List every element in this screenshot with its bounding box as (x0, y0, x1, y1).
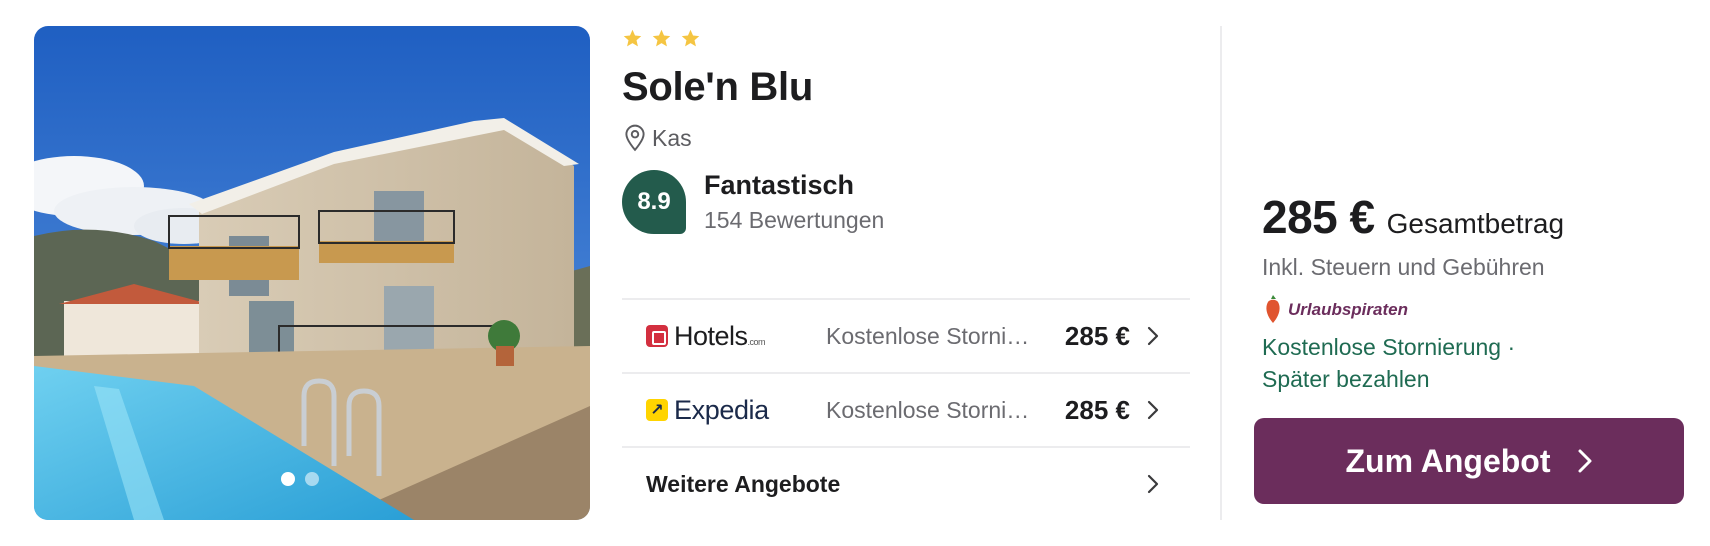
provider-logo: Hotels.com (646, 321, 826, 352)
price-note: Inkl. Steuern und Gebühren (1262, 254, 1545, 280)
view-offer-button[interactable]: Zum Angebot (1254, 418, 1684, 504)
urlaubspiraten-logo-icon (1266, 295, 1280, 323)
view-offer-label: Zum Angebot (1345, 442, 1551, 479)
chevron-right-icon (1578, 449, 1591, 473)
gallery-pagination (34, 472, 590, 486)
more-offers-label: Weitere Angebote (646, 470, 841, 497)
perk-pay-later: Später bezahlen (1262, 366, 1430, 392)
location-pin-icon (625, 124, 645, 152)
chevron-right-icon (1147, 474, 1159, 494)
hotel-photo[interactable] (34, 26, 590, 520)
expedia-logo-icon: ↗ (646, 399, 668, 421)
column-divider (1220, 26, 1222, 520)
hotel-photo-image (34, 26, 590, 520)
partner-name: Urlaubspiraten (1288, 300, 1408, 319)
gallery-dot[interactable] (281, 472, 295, 486)
more-offers-row[interactable]: Weitere Angebote (622, 446, 1190, 520)
offers-list: Hotels.com Kostenlose Stornierung 285 € … (622, 298, 1190, 520)
offer-description: Kostenlose Stornierung (826, 396, 1036, 423)
rating[interactable]: 8.9 Fantastisch 154 Bewertungen (622, 170, 1190, 234)
provider-suffix: .com (747, 336, 766, 347)
total-price-label: Gesamtbetrag (1386, 208, 1565, 239)
star-icon (623, 29, 642, 46)
gallery-dot[interactable] (305, 472, 319, 486)
hotel-info: Sole'n Blu Kas 8.9 Fantastisch 154 Bewer… (622, 26, 1190, 234)
offer-price: 285 € (1064, 320, 1130, 351)
star-icon (681, 29, 700, 46)
rating-score-badge: 8.9 (622, 170, 686, 234)
chevron-right-icon (1147, 400, 1159, 420)
hotels-com-logo-icon (646, 325, 668, 347)
total-price: 285 € (1262, 191, 1375, 243)
hotel-stars (622, 26, 1190, 50)
provider-name: Expedia (674, 394, 769, 425)
star-icon (652, 29, 671, 46)
hotel-name[interactable]: Sole'n Blu (622, 64, 1190, 110)
review-count: 154 Bewertungen (704, 207, 885, 233)
rating-label: Fantastisch (704, 170, 855, 200)
offer-perks: Kostenlose Stornierung · Später bezahlen (1262, 331, 1682, 395)
provider-logo: ↗ Expedia (646, 395, 826, 426)
chevron-right-icon (1147, 326, 1159, 346)
partner-logo: Urlaubspiraten (1262, 295, 1682, 325)
location-label: Kas (652, 124, 692, 151)
offer-price: 285 € (1064, 394, 1130, 425)
price-panel: 285 € Gesamtbetrag Inkl. Steuern und Geb… (1262, 190, 1682, 395)
offer-row-expedia[interactable]: ↗ Expedia Kostenlose Stornierung 285 € (622, 372, 1190, 446)
perk-free-cancellation: Kostenlose Stornierung · (1262, 334, 1516, 360)
provider-name: Hotels (674, 320, 748, 351)
hotel-location: Kas (622, 124, 1190, 152)
offer-description: Kostenlose Stornierung (826, 322, 1036, 349)
offer-row-hotels[interactable]: Hotels.com Kostenlose Stornierung 285 € (622, 298, 1190, 372)
